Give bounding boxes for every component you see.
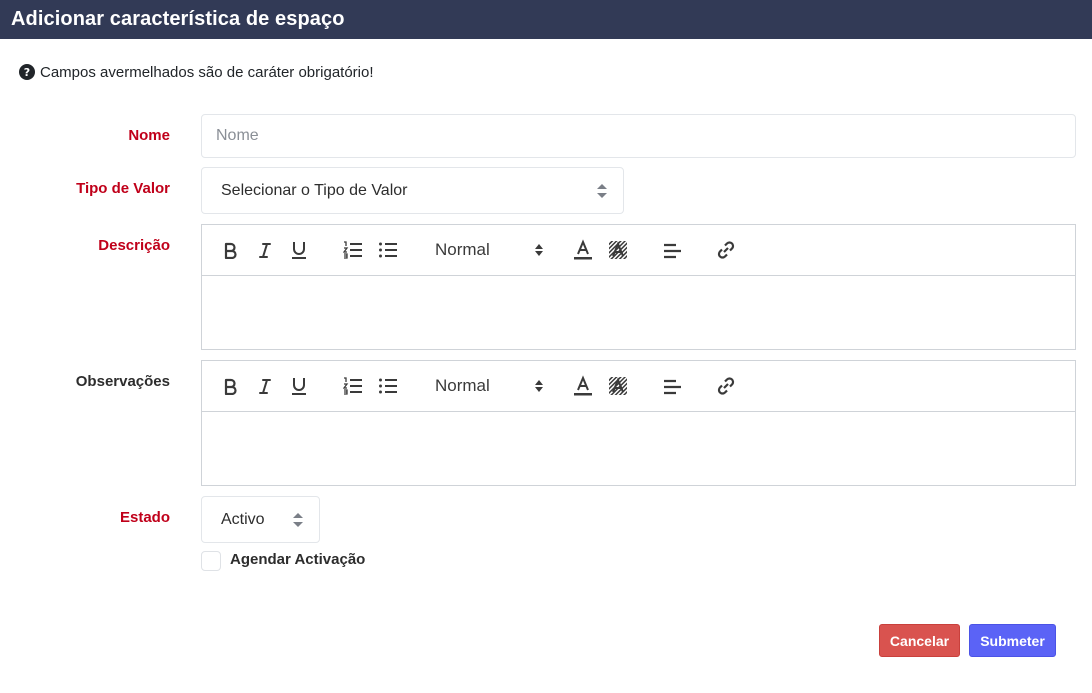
estado-selected: Activo — [221, 510, 265, 528]
estado-label: Estado — [119, 509, 170, 526]
heading-select[interactable]: Normal — [435, 237, 545, 263]
bullet-list-icon[interactable] — [377, 237, 399, 263]
cancel-button[interactable]: Cancelar — [879, 624, 960, 657]
ordered-list-icon[interactable] — [342, 237, 364, 263]
text-color-icon[interactable] — [572, 373, 594, 399]
italic-icon[interactable] — [255, 237, 275, 263]
background-color-icon[interactable] — [607, 237, 629, 263]
heading-select-value: Normal — [435, 240, 490, 259]
nome-label: Nome — [128, 127, 170, 144]
heading-select-value: Normal — [435, 376, 490, 395]
observacoes-label: Observações — [75, 373, 170, 390]
bullet-list-icon[interactable] — [377, 373, 399, 399]
required-hint-text: Campos avermelhados são de caráter obrig… — [40, 63, 374, 81]
agendar-label[interactable]: Agendar Activação — [230, 551, 365, 568]
align-icon[interactable] — [661, 237, 683, 263]
text-color-icon[interactable] — [572, 237, 594, 263]
estado-select[interactable]: Activo — [201, 496, 320, 543]
observacoes-toolbar: Normal — [202, 361, 1075, 412]
observacoes-editor: Normal — [201, 360, 1076, 486]
underline-icon[interactable] — [289, 237, 309, 263]
question-circle-icon: ? — [19, 64, 35, 80]
select-arrows-icon — [293, 512, 303, 527]
descricao-label: Descrição — [98, 237, 170, 254]
required-hint: ? Campos avermelhados são de caráter obr… — [19, 62, 374, 82]
observacoes-editor-body[interactable] — [202, 412, 1075, 485]
nome-input[interactable] — [201, 114, 1076, 158]
italic-icon[interactable] — [255, 373, 275, 399]
bold-icon[interactable] — [220, 373, 240, 399]
heading-select[interactable]: Normal — [435, 373, 545, 399]
underline-icon[interactable] — [289, 373, 309, 399]
select-arrows-icon — [535, 380, 543, 392]
descricao-editor-body[interactable] — [202, 276, 1075, 349]
select-arrows-icon — [535, 244, 543, 256]
tipo-valor-select[interactable]: Selecionar o Tipo de Valor — [201, 167, 624, 214]
tipo-valor-selected: Selecionar o Tipo de Valor — [221, 181, 408, 199]
agendar-checkbox[interactable] — [201, 551, 221, 571]
align-icon[interactable] — [661, 373, 683, 399]
bold-icon[interactable] — [220, 237, 240, 263]
tipo-valor-label: Tipo de Valor — [76, 180, 170, 197]
descricao-toolbar: Normal — [202, 225, 1075, 276]
background-color-icon[interactable] — [607, 373, 629, 399]
link-icon[interactable] — [715, 373, 737, 399]
link-icon[interactable] — [715, 237, 737, 263]
descricao-editor: Normal — [201, 224, 1076, 350]
submit-button[interactable]: Submeter — [969, 624, 1056, 657]
modal-header: Adicionar característica de espaço — [0, 0, 1092, 39]
modal-title: Adicionar característica de espaço — [11, 8, 345, 30]
select-arrows-icon — [597, 183, 607, 198]
ordered-list-icon[interactable] — [342, 373, 364, 399]
